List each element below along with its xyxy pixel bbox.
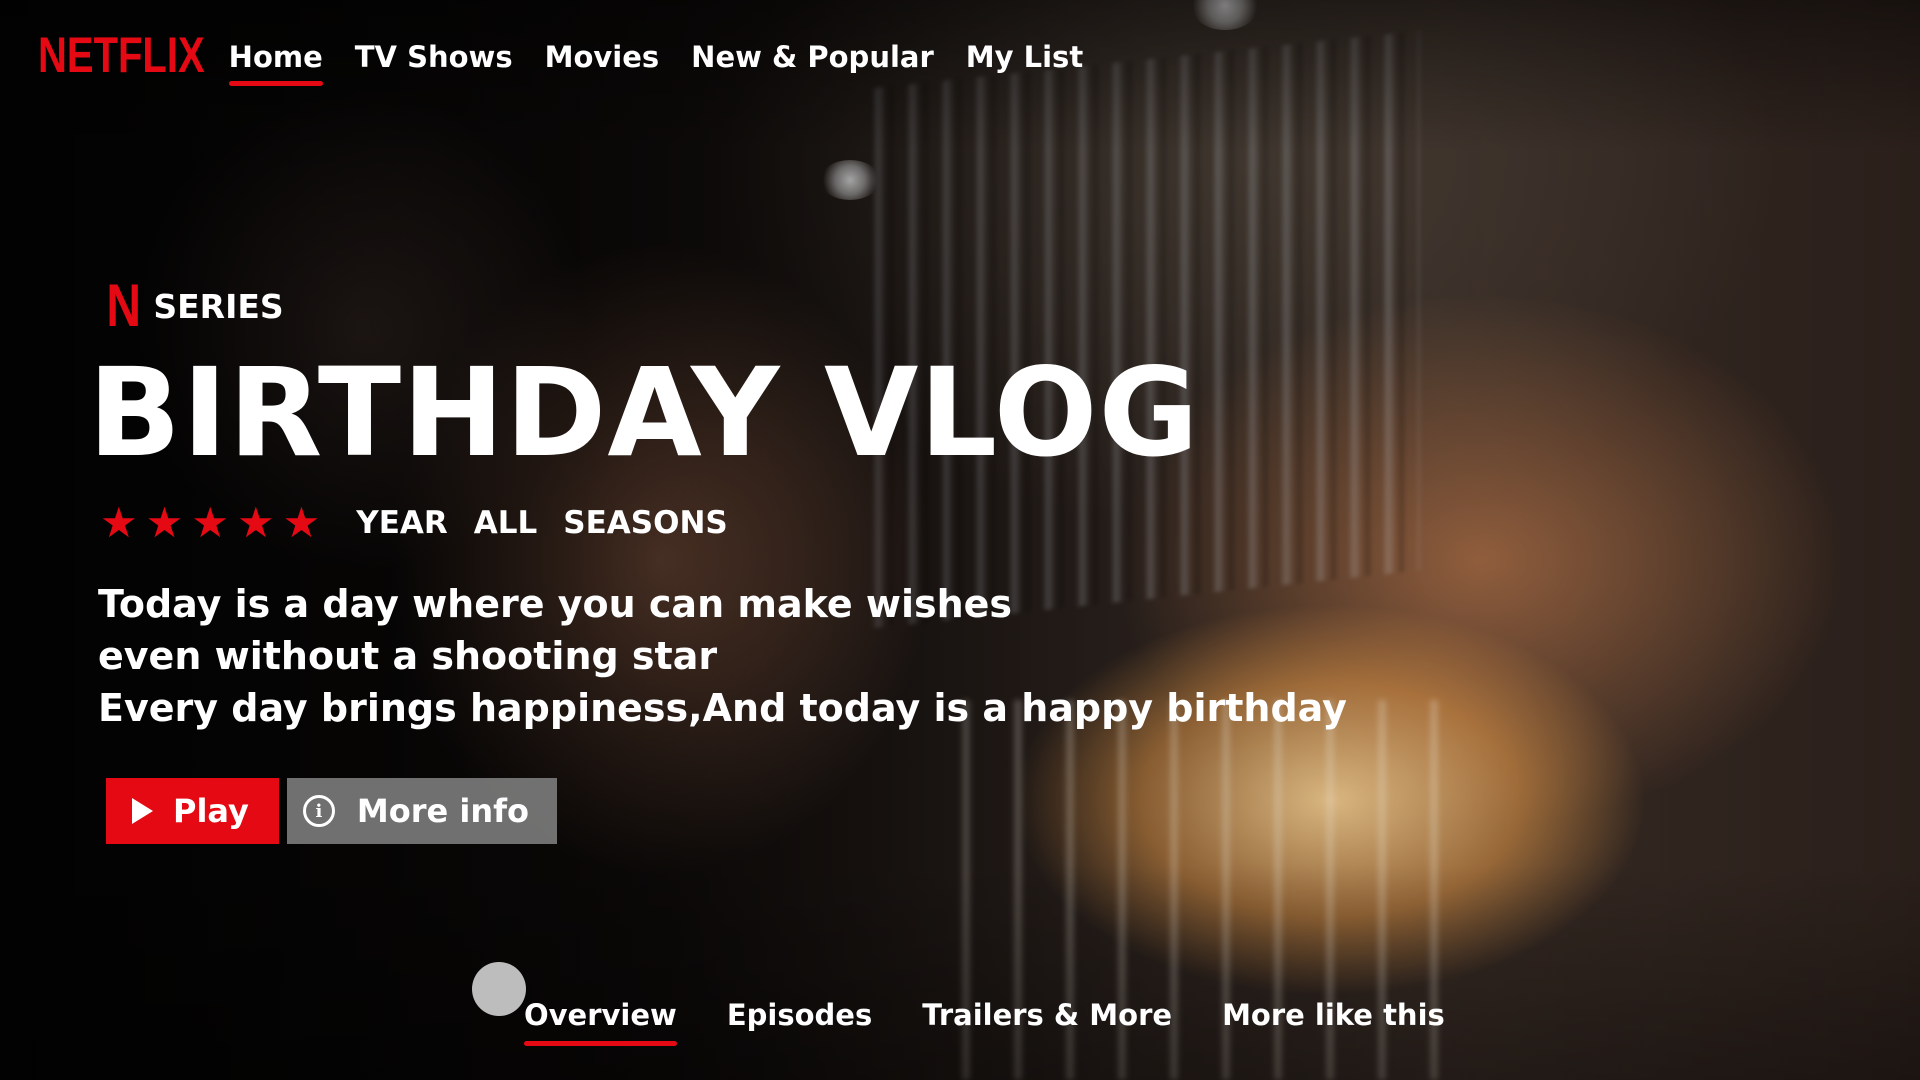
description-line: Every day brings happiness,And today is … xyxy=(98,686,1347,730)
show-description: Today is a day where you can make wishes… xyxy=(98,578,1347,734)
show-title: BIRTHDAY VLOG xyxy=(88,342,1200,484)
nav-item-new-popular[interactable]: New & Popular xyxy=(691,40,934,74)
series-tag: N SERIES xyxy=(102,272,284,339)
nav-item-my-list[interactable]: My List xyxy=(966,40,1083,74)
star-icon: ★ xyxy=(282,498,321,547)
star-icon: ★ xyxy=(145,498,184,547)
star-icon: ★ xyxy=(191,498,229,547)
meta-maturity: ALL xyxy=(473,505,538,541)
star-rating: ★ ★ ★ ★ ★ xyxy=(100,502,328,544)
nav-menu: Home TV Shows Movies New & Popular My Li… xyxy=(228,40,1116,86)
info-icon: i xyxy=(302,795,335,827)
pointer-cursor-indicator xyxy=(472,962,526,1016)
meta-seasons: SEASONS xyxy=(563,505,728,541)
tab-trailers-more[interactable]: Trailers & More xyxy=(922,998,1172,1032)
play-button-label: Play xyxy=(173,792,249,830)
tab-overview[interactable]: Overview xyxy=(524,998,677,1046)
play-icon xyxy=(132,798,153,824)
netflix-logo[interactable]: NETFLIX xyxy=(38,28,205,84)
netflix-hero-screen: NETFLIX Home TV Shows Movies New & Popul… xyxy=(0,0,1920,1080)
star-icon: ★ xyxy=(100,498,138,547)
star-icon: ★ xyxy=(236,498,275,547)
show-meta-row: ★ ★ ★ ★ ★ YEAR ALL SEASONS xyxy=(100,502,754,544)
netflix-n-badge: N xyxy=(106,272,142,339)
play-button[interactable]: Play xyxy=(106,778,279,844)
more-info-button-label: More info xyxy=(356,792,529,830)
hero-actions: Play i More info xyxy=(106,778,557,844)
tab-more-like-this[interactable]: More like this xyxy=(1222,998,1445,1032)
top-navigation: NETFLIX Home TV Shows Movies New & Popul… xyxy=(38,28,1116,86)
nav-item-movies[interactable]: Movies xyxy=(545,40,660,74)
detail-tabs: Overview Episodes Trailers & More More l… xyxy=(524,998,1495,1046)
meta-year: YEAR xyxy=(356,505,448,541)
tab-episodes[interactable]: Episodes xyxy=(727,998,872,1032)
nav-item-tv-shows[interactable]: TV Shows xyxy=(355,40,513,74)
series-type-label: SERIES xyxy=(153,286,284,326)
nav-item-home[interactable]: Home xyxy=(228,40,323,86)
description-line: even without a shooting star xyxy=(98,634,718,678)
more-info-button[interactable]: i More info xyxy=(286,778,557,844)
description-line: Today is a day where you can make wishes xyxy=(98,582,1013,626)
